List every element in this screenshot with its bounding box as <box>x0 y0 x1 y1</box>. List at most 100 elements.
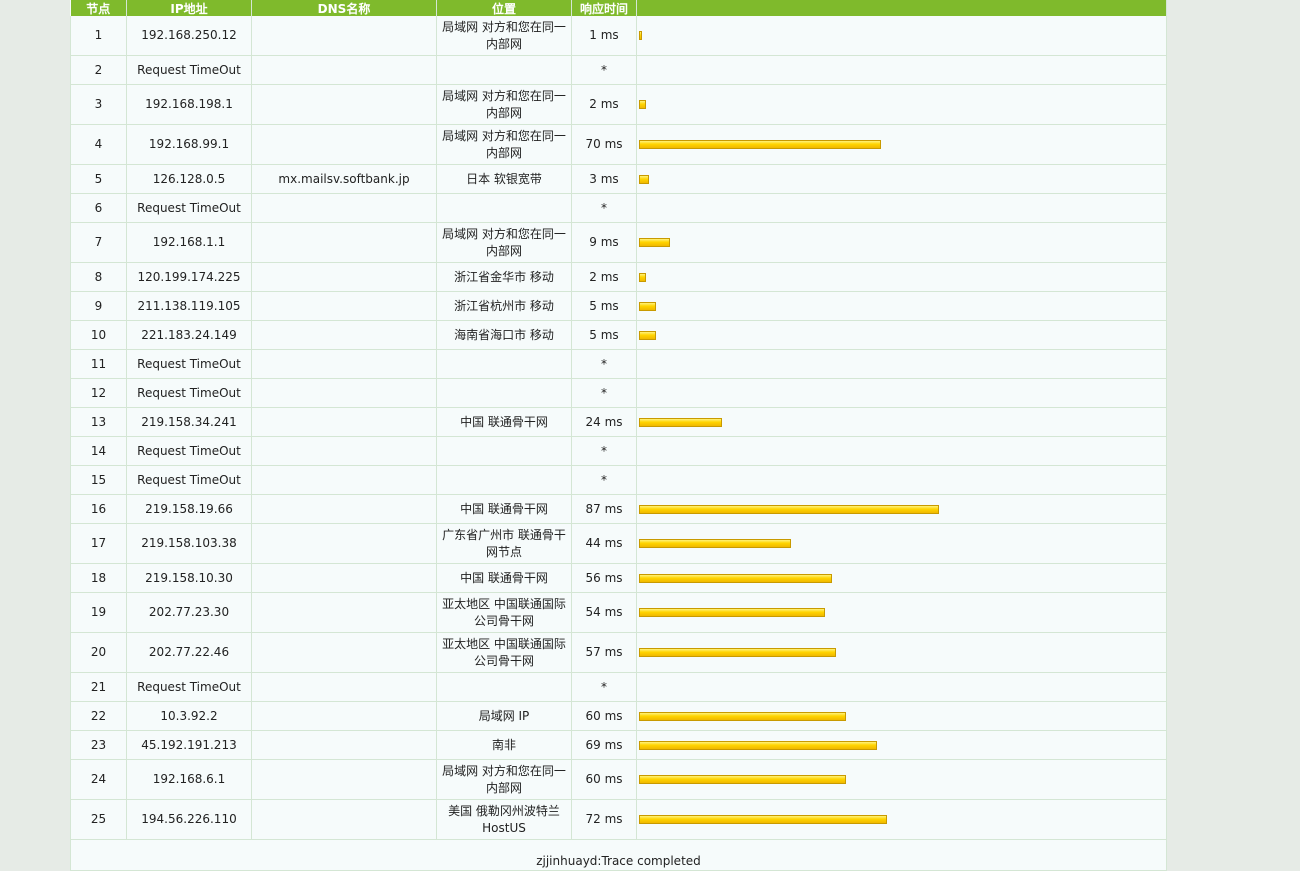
response-time: 60 ms <box>571 701 637 731</box>
ip-address: Request TimeOut <box>126 465 252 495</box>
response-time: * <box>571 55 637 85</box>
ip-address: 126.128.0.5 <box>126 164 252 194</box>
table-row: 21 Request TimeOut * <box>70 672 1167 702</box>
trace-status: zjjinhuayd:Trace completed <box>70 839 1167 871</box>
ip-address: 192.168.6.1 <box>126 759 252 800</box>
table-row: 4 192.168.99.1 局域网 对方和您在同一内部网 70 ms <box>70 124 1167 165</box>
table-row: 18 219.158.10.30 中国 联通骨干网 56 ms <box>70 563 1167 593</box>
hop-number: 10 <box>70 320 127 350</box>
latency-bar <box>639 608 825 617</box>
dns-name <box>251 378 437 408</box>
location: 局域网 对方和您在同一内部网 <box>436 16 572 56</box>
hop-number: 16 <box>70 494 127 524</box>
response-time: * <box>571 193 637 223</box>
dns-name <box>251 730 437 760</box>
latency-bar-cell <box>636 701 1167 731</box>
header-ip: IP地址 <box>126 0 252 16</box>
response-time: * <box>571 672 637 702</box>
latency-bar <box>639 711 846 721</box>
hop-number: 18 <box>70 563 127 593</box>
location <box>436 378 572 408</box>
table-row: 14 Request TimeOut * <box>70 436 1167 466</box>
dns-name <box>251 291 437 321</box>
hop-number: 19 <box>70 592 127 633</box>
ip-address: Request TimeOut <box>126 55 252 85</box>
ip-address: 211.138.119.105 <box>126 291 252 321</box>
hop-number: 12 <box>70 378 127 408</box>
hop-number: 17 <box>70 523 127 564</box>
table-row: 2 Request TimeOut * <box>70 55 1167 85</box>
hop-number: 25 <box>70 799 127 840</box>
dns-name <box>251 672 437 702</box>
ip-address: Request TimeOut <box>126 349 252 379</box>
latency-bar-cell <box>636 124 1167 165</box>
location: 局域网 对方和您在同一内部网 <box>436 759 572 800</box>
hop-number: 11 <box>70 349 127 379</box>
latency-bar-cell <box>636 262 1167 292</box>
dns-name <box>251 262 437 292</box>
table-row: 16 219.158.19.66 中国 联通骨干网 87 ms <box>70 494 1167 524</box>
response-time: 87 ms <box>571 494 637 524</box>
latency-bar-cell <box>636 349 1167 379</box>
response-time: 3 ms <box>571 164 637 194</box>
table-row: 10 221.183.24.149 海南省海口市 移动 5 ms <box>70 320 1167 350</box>
latency-bar-cell <box>636 84 1167 125</box>
latency-bar-cell <box>636 494 1167 524</box>
dns-name <box>251 701 437 731</box>
table-row: 1 192.168.250.12 局域网 对方和您在同一内部网 1 ms <box>70 16 1167 56</box>
latency-bar <box>639 100 646 109</box>
latency-bar-cell <box>636 563 1167 593</box>
response-time: 2 ms <box>571 84 637 125</box>
dns-name <box>251 320 437 350</box>
ip-address: Request TimeOut <box>126 193 252 223</box>
location: 局域网 IP <box>436 701 572 731</box>
location: 浙江省杭州市 移动 <box>436 291 572 321</box>
hop-number: 2 <box>70 55 127 85</box>
dns-name <box>251 436 437 466</box>
response-time: * <box>571 378 637 408</box>
location: 南非 <box>436 730 572 760</box>
table-row: 9 211.138.119.105 浙江省杭州市 移动 5 ms <box>70 291 1167 321</box>
dns-name <box>251 523 437 564</box>
hop-number: 9 <box>70 291 127 321</box>
latency-bar-cell <box>636 291 1167 321</box>
dns-name <box>251 563 437 593</box>
latency-bar <box>639 417 722 427</box>
location <box>436 193 572 223</box>
response-time: * <box>571 349 637 379</box>
dns-name <box>251 55 437 85</box>
table-row: 24 192.168.6.1 局域网 对方和您在同一内部网 60 ms <box>70 759 1167 800</box>
header-response-time: 响应时间 <box>571 0 637 16</box>
location <box>436 436 572 466</box>
location: 中国 联通骨干网 <box>436 563 572 593</box>
table-row: 15 Request TimeOut * <box>70 465 1167 495</box>
ip-address: 219.158.34.241 <box>126 407 252 437</box>
response-time: 24 ms <box>571 407 637 437</box>
ip-address: 192.168.99.1 <box>126 124 252 165</box>
response-time: 70 ms <box>571 124 637 165</box>
ip-address: 219.158.10.30 <box>126 563 252 593</box>
latency-bar <box>639 238 670 247</box>
ip-address: 45.192.191.213 <box>126 730 252 760</box>
ip-address: 192.168.250.12 <box>126 16 252 56</box>
latency-bar-cell <box>636 730 1167 760</box>
dns-name <box>251 759 437 800</box>
dns-name <box>251 84 437 125</box>
hop-number: 4 <box>70 124 127 165</box>
response-time: 57 ms <box>571 632 637 673</box>
location: 局域网 对方和您在同一内部网 <box>436 84 572 125</box>
ip-address: Request TimeOut <box>126 378 252 408</box>
ip-address: 192.168.198.1 <box>126 84 252 125</box>
location <box>436 55 572 85</box>
latency-bar <box>639 330 656 340</box>
location <box>436 349 572 379</box>
location <box>436 465 572 495</box>
latency-bar <box>639 740 877 750</box>
location: 海南省海口市 移动 <box>436 320 572 350</box>
hop-number: 13 <box>70 407 127 437</box>
dns-name <box>251 222 437 263</box>
hop-number: 8 <box>70 262 127 292</box>
ip-address: 202.77.22.46 <box>126 632 252 673</box>
latency-bar-cell <box>636 592 1167 633</box>
hop-number: 22 <box>70 701 127 731</box>
